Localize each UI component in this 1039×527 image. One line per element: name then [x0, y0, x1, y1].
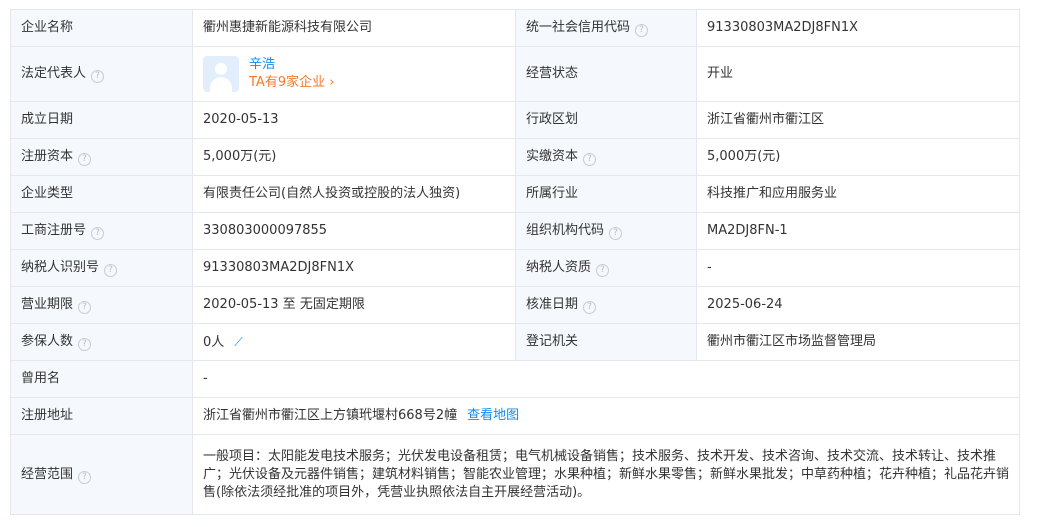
user-avatar-icon[interactable]	[203, 56, 239, 92]
label-company-name: 企业名称	[10, 9, 193, 47]
value-address-text: 浙江省衢州市衢江区上方镇玳堰村668号2幢	[203, 408, 458, 423]
label-org-code-text: 组织机构代码	[526, 223, 605, 238]
label-address: 注册地址	[10, 397, 193, 435]
label-taxpayer-qual-text: 纳税人资质	[526, 260, 592, 275]
table-row: 注册地址 浙江省衢州市衢江区上方镇玳堰村668号2幢 查看地图	[10, 397, 1020, 435]
label-company-type: 企业类型	[10, 175, 193, 213]
value-taxpayer-qual: -	[696, 249, 1020, 287]
help-circle-icon[interactable]: ?	[583, 153, 597, 166]
label-term: 营业期限?	[10, 286, 193, 324]
label-status: 经营状态	[515, 46, 697, 102]
value-region: 浙江省衢州市衢江区	[696, 101, 1020, 139]
trend-chart-icon[interactable]: ⟋	[234, 335, 242, 349]
value-org-code: MA2DJ8FN-1	[696, 212, 1020, 250]
value-reg-capital: 5,000万(元)	[192, 138, 516, 176]
label-reg-number: 工商注册号?	[10, 212, 193, 250]
label-approval-date: 核准日期?	[515, 286, 697, 324]
label-insured-text: 参保人数	[21, 334, 74, 349]
help-circle-icon[interactable]: ?	[78, 470, 92, 484]
label-reg-capital: 注册资本?	[10, 138, 193, 176]
help-circle-icon[interactable]: ?	[583, 301, 597, 314]
value-term: 2020-05-13 至 无固定期限	[192, 286, 516, 324]
help-circle-icon[interactable]: ?	[609, 227, 623, 240]
value-credit-code: 91330803MA2DJ8FN1X	[696, 9, 1020, 47]
table-row: 营业期限? 2020-05-13 至 无固定期限 核准日期? 2025-06-2…	[10, 286, 1020, 324]
value-reg-number: 330803000097855	[192, 212, 516, 250]
help-circle-icon[interactable]: ?	[91, 70, 105, 83]
table-row: 注册资本? 5,000万(元) 实缴资本? 5,000万(元)	[10, 138, 1020, 176]
table-row: 纳税人识别号? 91330803MA2DJ8FN1X 纳税人资质? -	[10, 249, 1020, 287]
label-approval-date-text: 核准日期	[526, 297, 579, 312]
value-established: 2020-05-13	[192, 101, 516, 139]
table-row: 工商注册号? 330803000097855 组织机构代码? MA2DJ8FN-…	[10, 212, 1020, 250]
label-insured: 参保人数?	[10, 323, 193, 361]
label-org-code: 组织机构代码?	[515, 212, 697, 250]
legal-rep-card: 辛浩 TA有9家企业 ›	[203, 56, 505, 92]
label-term-text: 营业期限	[21, 297, 74, 312]
label-reg-number-text: 工商注册号	[21, 223, 87, 238]
value-insured-text: 0人	[203, 334, 225, 350]
label-credit-code-text: 统一社会信用代码	[526, 20, 631, 35]
value-industry: 科技推广和应用服务业	[696, 175, 1020, 213]
table-row: 企业名称 衢州惠捷新能源科技有限公司 统一社会信用代码? 91330803MA2…	[10, 9, 1020, 47]
help-circle-icon[interactable]: ?	[596, 264, 610, 277]
help-circle-icon[interactable]: ?	[78, 153, 92, 166]
value-address: 浙江省衢州市衢江区上方镇玳堰村668号2幢 查看地图	[192, 397, 1020, 435]
label-paid-capital: 实缴资本?	[515, 138, 697, 176]
help-circle-icon[interactable]: ?	[78, 338, 92, 351]
value-company-name: 衢州惠捷新能源科技有限公司	[192, 9, 516, 47]
value-status: 开业	[696, 46, 1020, 102]
label-former-name: 曾用名	[10, 360, 193, 398]
table-row: 法定代表人? 辛浩 TA有9家企业 › 经营状态 开业	[10, 46, 1020, 102]
label-scope: 经营范围?	[10, 434, 193, 515]
label-industry: 所属行业	[515, 175, 697, 213]
label-established: 成立日期	[10, 101, 193, 139]
value-scope: 一般项目：太阳能发电技术服务；光伏发电设备租赁；电气机械设备销售；技术服务、技术…	[192, 434, 1020, 515]
legal-rep-info: 辛浩 TA有9家企业 ›	[249, 56, 334, 92]
table-row: 曾用名 -	[10, 360, 1020, 398]
help-circle-icon[interactable]: ?	[635, 24, 649, 37]
label-taxpayer-id-text: 纳税人识别号	[21, 260, 100, 275]
value-taxpayer-id: 91330803MA2DJ8FN1X	[192, 249, 516, 287]
label-scope-text: 经营范围	[21, 466, 74, 482]
legal-rep-name-link[interactable]: 辛浩	[249, 56, 334, 74]
help-circle-icon[interactable]: ?	[91, 227, 105, 240]
table-row: 经营范围? 一般项目：太阳能发电技术服务；光伏发电设备租赁；电气机械设备销售；技…	[10, 434, 1020, 515]
company-info-table: 企业名称 衢州惠捷新能源科技有限公司 统一社会信用代码? 91330803MA2…	[10, 9, 1020, 515]
label-taxpayer-id: 纳税人识别号?	[10, 249, 193, 287]
value-legal-rep: 辛浩 TA有9家企业 ›	[192, 46, 516, 102]
value-approval-date: 2025-06-24	[696, 286, 1020, 324]
label-reg-capital-text: 注册资本	[21, 149, 74, 164]
table-row: 企业类型 有限责任公司(自然人投资或控股的法人独资) 所属行业 科技推广和应用服…	[10, 175, 1020, 213]
help-circle-icon[interactable]: ?	[104, 264, 118, 277]
legal-rep-companies-link[interactable]: TA有9家企业 ›	[249, 74, 334, 92]
value-company-type: 有限责任公司(自然人投资或控股的法人独资)	[192, 175, 516, 213]
label-authority: 登记机关	[515, 323, 697, 361]
label-legal-rep-text: 法定代表人	[21, 66, 87, 81]
table-row: 参保人数? 0人 ⟋ 登记机关 衢州市衢江区市场监督管理局	[10, 323, 1020, 361]
label-paid-capital-text: 实缴资本	[526, 149, 579, 164]
label-taxpayer-qual: 纳税人资质?	[515, 249, 697, 287]
label-region: 行政区划	[515, 101, 697, 139]
value-authority: 衢州市衢江区市场监督管理局	[696, 323, 1020, 361]
value-insured: 0人 ⟋	[192, 323, 516, 361]
help-circle-icon[interactable]: ?	[78, 301, 92, 314]
value-former-name: -	[192, 360, 1020, 398]
label-legal-rep: 法定代表人?	[10, 46, 193, 102]
value-paid-capital: 5,000万(元)	[696, 138, 1020, 176]
label-credit-code: 统一社会信用代码?	[515, 9, 697, 47]
table-row: 成立日期 2020-05-13 行政区划 浙江省衢州市衢江区	[10, 101, 1020, 139]
view-map-link[interactable]: 查看地图	[467, 408, 519, 423]
